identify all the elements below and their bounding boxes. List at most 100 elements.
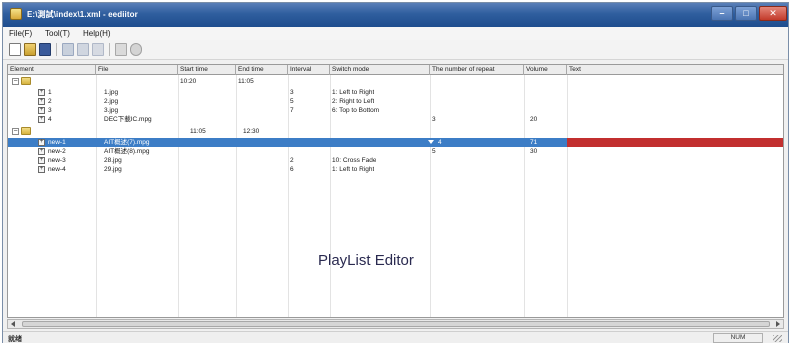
table-row[interactable]: + new-2 AIT概述(8).mpg 5 30 <box>8 147 783 156</box>
switch-mode-cell[interactable]: 1: Left to Right <box>332 88 374 97</box>
volume-cell[interactable]: 71 <box>530 138 537 147</box>
settings-icon[interactable] <box>130 43 142 56</box>
table-row[interactable]: + 1 1.jpg 3 1: Left to Right <box>8 88 783 97</box>
interval-cell[interactable]: 7 <box>290 106 294 115</box>
status-text: 就绪 <box>8 336 22 343</box>
element-cell[interactable]: 1 <box>48 88 52 97</box>
col-header-file[interactable]: File <box>96 65 178 75</box>
scroll-left-icon[interactable] <box>11 321 15 327</box>
maximize-button[interactable]: □ <box>735 6 757 21</box>
interval-cell[interactable]: 3 <box>290 88 294 97</box>
file-cell[interactable]: 3.jpg <box>104 106 118 115</box>
col-header-end-time[interactable]: End time <box>236 65 288 75</box>
menu-bar: File(F) Tool(T) Help(H) <box>3 27 788 40</box>
media-item-icon: + <box>38 157 45 164</box>
switch-mode-cell[interactable]: 6: Top to Bottom <box>332 106 379 115</box>
col-header-element[interactable]: Element <box>8 65 96 75</box>
table-row[interactable]: − 10:20 11:05 <box>8 77 783 86</box>
col-header-switch-mode[interactable]: Switch mode <box>330 65 430 75</box>
horizontal-scrollbar[interactable] <box>7 319 784 329</box>
playlist-grid[interactable]: Element File Start time End time Interva… <box>7 64 784 318</box>
playlist-editor-caption: PlayList Editor <box>318 252 414 269</box>
volume-cell[interactable]: 20 <box>530 115 537 124</box>
new-file-icon[interactable] <box>9 43 21 56</box>
table-row[interactable]: + 2 2.jpg 5 2: Right to Left <box>8 97 783 106</box>
table-row[interactable]: + new-4 29.jpg 6 1: Left to Right <box>8 165 783 174</box>
repeat-cell[interactable]: 3 <box>432 115 436 124</box>
file-cell[interactable]: 1.jpg <box>104 88 118 97</box>
num-lock-indicator: NUM <box>713 333 763 343</box>
dropdown-arrow-icon[interactable] <box>428 140 434 144</box>
end-time-cell[interactable]: 12:30 <box>243 127 259 136</box>
table-row[interactable]: + new-3 28.jpg 2 10: Cross Fade <box>8 156 783 165</box>
insert-icon[interactable] <box>77 43 89 56</box>
volume-cell[interactable]: 30 <box>530 147 537 156</box>
col-header-repeat[interactable]: The number of repeat <box>430 65 524 75</box>
file-cell[interactable]: 2.jpg <box>104 97 118 106</box>
media-item-icon: + <box>38 107 45 114</box>
element-cell[interactable]: 2 <box>48 97 52 106</box>
window-title: E:\測試\index\1.xml - eediitor <box>27 10 138 19</box>
table-row[interactable]: + 4 DEC下載IC.mpg 3 20 <box>8 115 783 124</box>
collapse-icon[interactable]: − <box>12 128 19 135</box>
app-icon <box>10 8 22 20</box>
interval-cell[interactable]: 6 <box>290 165 294 174</box>
media-item-icon: + <box>38 98 45 105</box>
app-window: E:\測試\index\1.xml - eediitor – □ ✕ File(… <box>2 2 789 343</box>
repeat-cell[interactable]: 4 <box>438 138 442 147</box>
file-cell[interactable]: DEC下載IC.mpg <box>104 115 152 124</box>
table-row-selected[interactable]: + new-1 AIT概述(7).mpg 4 71 <box>8 138 783 147</box>
delete-icon[interactable] <box>115 43 127 56</box>
element-cell[interactable]: 3 <box>48 106 52 115</box>
start-time-cell[interactable]: 11:05 <box>190 127 206 136</box>
start-time-cell[interactable]: 10:20 <box>180 77 196 86</box>
resize-grip-icon[interactable] <box>773 335 782 342</box>
element-cell[interactable]: new-2 <box>48 147 66 156</box>
toolbar <box>3 40 788 60</box>
switch-mode-cell[interactable]: 10: Cross Fade <box>332 156 376 165</box>
element-cell[interactable]: 4 <box>48 115 52 124</box>
end-time-cell[interactable]: 11:05 <box>238 77 254 86</box>
menu-tool[interactable]: Tool(T) <box>45 29 70 38</box>
media-item-icon: + <box>38 116 45 123</box>
element-cell[interactable]: new-3 <box>48 156 66 165</box>
scroll-thumb[interactable] <box>22 321 770 327</box>
interval-cell[interactable]: 5 <box>290 97 294 106</box>
save-icon[interactable] <box>39 43 51 56</box>
minimize-button[interactable]: – <box>711 6 733 21</box>
open-folder-icon[interactable] <box>24 43 36 56</box>
file-cell[interactable]: AIT概述(7).mpg <box>104 138 150 147</box>
repeat-cell[interactable]: 5 <box>432 147 436 156</box>
switch-mode-cell[interactable]: 1: Left to Right <box>332 165 374 174</box>
table-row[interactable]: + 3 3.jpg 7 6: Top to Bottom <box>8 106 783 115</box>
table-row[interactable]: − 11:05 12:30 <box>8 127 783 136</box>
menu-file[interactable]: File(F) <box>9 29 32 38</box>
element-cell[interactable]: new-4 <box>48 165 66 174</box>
col-header-interval[interactable]: Interval <box>288 65 330 75</box>
col-header-text[interactable]: Text <box>567 65 783 75</box>
copy-icon[interactable] <box>92 43 104 56</box>
text-cell-highlight[interactable] <box>567 138 783 147</box>
status-bar: 就绪 NUM <box>3 331 788 343</box>
interval-cell[interactable]: 2 <box>290 156 294 165</box>
media-item-icon: + <box>38 148 45 155</box>
grid-header: Element File Start time End time Interva… <box>8 65 783 75</box>
menu-help[interactable]: Help(H) <box>83 29 111 38</box>
file-cell[interactable]: 28.jpg <box>104 156 122 165</box>
file-cell[interactable]: 29.jpg <box>104 165 122 174</box>
media-item-icon: + <box>38 89 45 96</box>
file-cell[interactable]: AIT概述(8).mpg <box>104 147 150 156</box>
media-item-icon: + <box>38 166 45 173</box>
add-icon[interactable] <box>62 43 74 56</box>
collapse-icon[interactable]: − <box>12 78 19 85</box>
media-item-icon: + <box>38 139 45 146</box>
folder-icon <box>21 77 31 85</box>
col-header-volume[interactable]: Volume <box>524 65 567 75</box>
folder-icon <box>21 127 31 135</box>
col-header-start-time[interactable]: Start time <box>178 65 236 75</box>
switch-mode-cell[interactable]: 2: Right to Left <box>332 97 374 106</box>
element-cell[interactable]: new-1 <box>48 138 66 147</box>
close-button[interactable]: ✕ <box>759 6 787 21</box>
scroll-right-icon[interactable] <box>776 321 780 327</box>
title-bar[interactable]: E:\測試\index\1.xml - eediitor – □ ✕ <box>3 3 788 27</box>
